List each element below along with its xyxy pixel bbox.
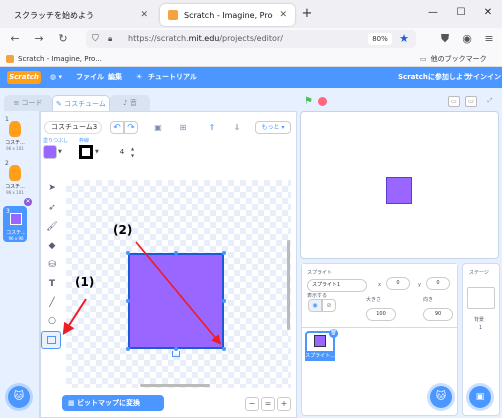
annotation-arrow-2 bbox=[135, 241, 222, 345]
annotation-arrow-1 bbox=[62, 298, 87, 336]
annotation-arrows bbox=[62, 241, 222, 345]
